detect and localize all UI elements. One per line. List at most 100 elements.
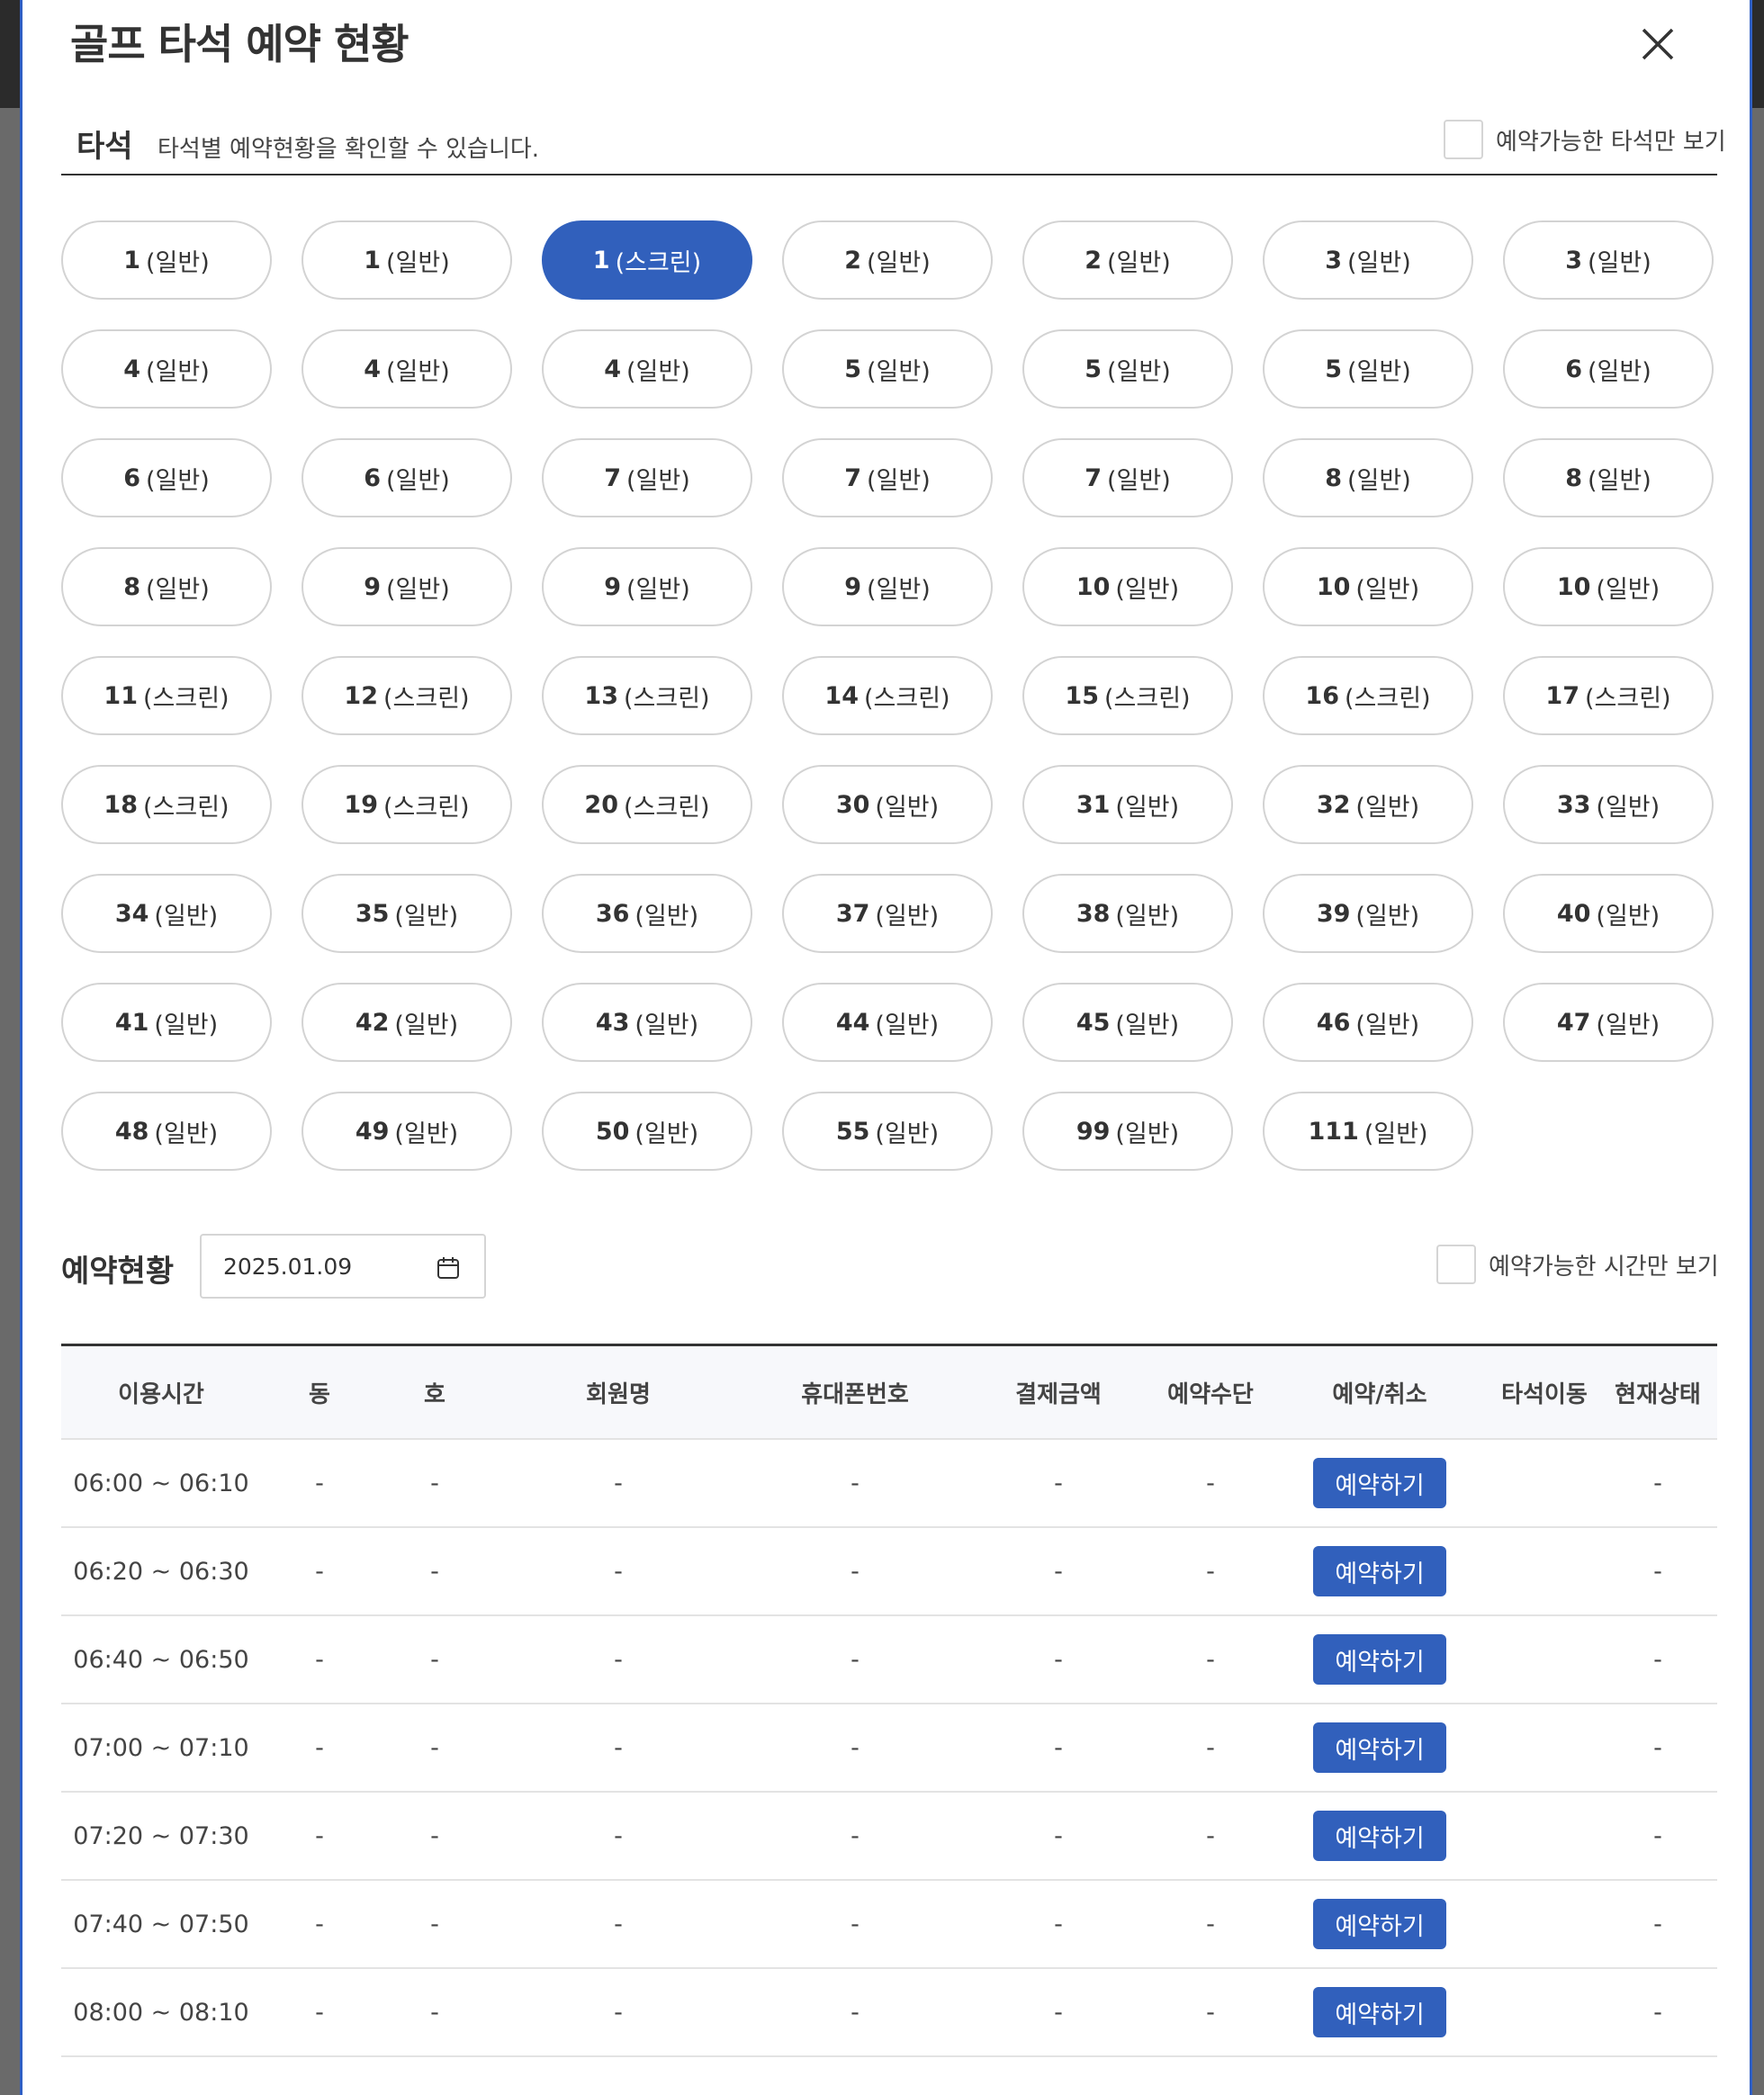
seat-type: (스크린)	[623, 684, 710, 713]
seat-number: 31	[1076, 790, 1111, 819]
seat-button[interactable]: 6 (일반)	[61, 438, 272, 517]
cell-amount: -	[1054, 1998, 1063, 2027]
seat-button[interactable]: 47 (일반)	[1503, 983, 1714, 1062]
seat-button[interactable]: 30 (일반)	[782, 765, 993, 844]
seat-button[interactable]: 42 (일반)	[302, 983, 512, 1062]
seat-button[interactable]: 37 (일반)	[782, 874, 993, 953]
seat-button[interactable]: 3 (일반)	[1503, 220, 1714, 300]
cell-dong: -	[315, 1821, 324, 1850]
seat-button[interactable]: 45 (일반)	[1022, 983, 1233, 1062]
seat-button[interactable]: 99 (일반)	[1022, 1092, 1233, 1171]
date-picker[interactable]: 2025.01.09	[200, 1234, 486, 1299]
seat-button[interactable]: 20 (스크린)	[542, 765, 752, 844]
seat-button[interactable]: 5 (일반)	[1022, 329, 1233, 409]
seat-button[interactable]: 34 (일반)	[61, 874, 272, 953]
table-row: 07:20 ~ 07:30 - - - - - - 예약하기 -	[61, 1793, 1717, 1881]
seat-button[interactable]: 7 (일반)	[1022, 438, 1233, 517]
seat-type: (일반)	[154, 1119, 219, 1148]
seat-button[interactable]: 2 (일반)	[1022, 220, 1233, 300]
seat-button[interactable]: 1 (일반)	[61, 220, 272, 300]
seat-button[interactable]: 41 (일반)	[61, 983, 272, 1062]
seat-button[interactable]: 31 (일반)	[1022, 765, 1233, 844]
close-icon[interactable]	[1636, 22, 1679, 66]
seat-number: 32	[1316, 790, 1351, 819]
seat-button[interactable]: 43 (일반)	[542, 983, 752, 1062]
seat-button[interactable]: 111 (일반)	[1263, 1092, 1473, 1171]
cell-move	[1490, 1440, 1598, 1526]
available-times-checkbox[interactable]	[1436, 1245, 1476, 1284]
seat-button[interactable]: 10 (일반)	[1022, 547, 1233, 626]
cell-amount: -	[1054, 1557, 1063, 1586]
seat-button[interactable]: 1 (일반)	[302, 220, 512, 300]
seat-button[interactable]: 48 (일반)	[61, 1092, 272, 1171]
seat-number: 34	[114, 899, 149, 928]
seat-button[interactable]: 11 (스크린)	[61, 656, 272, 735]
seat-button[interactable]: 16 (스크린)	[1263, 656, 1473, 735]
book-button[interactable]: 예약하기	[1313, 1811, 1446, 1861]
seat-button[interactable]: 17 (스크린)	[1503, 656, 1714, 735]
seat-button[interactable]: 10 (일반)	[1263, 547, 1473, 626]
seat-button[interactable]: 32 (일반)	[1263, 765, 1473, 844]
seat-button[interactable]: 38 (일반)	[1022, 874, 1233, 953]
book-button[interactable]: 예약하기	[1313, 1458, 1446, 1508]
seat-button[interactable]: 55 (일반)	[782, 1092, 993, 1171]
seat-button[interactable]: 39 (일반)	[1263, 874, 1473, 953]
book-button[interactable]: 예약하기	[1313, 1899, 1446, 1949]
seat-button[interactable]: 9 (일반)	[542, 547, 752, 626]
seat-button[interactable]: 12 (스크린)	[302, 656, 512, 735]
seat-button[interactable]: 4 (일반)	[302, 329, 512, 409]
seat-button[interactable]: 10 (일반)	[1503, 547, 1714, 626]
seat-type: (일반)	[875, 902, 940, 931]
seat-button[interactable]: 8 (일반)	[1263, 438, 1473, 517]
seat-button[interactable]: 9 (일반)	[782, 547, 993, 626]
seat-button[interactable]: 7 (일반)	[782, 438, 993, 517]
available-seats-filter[interactable]: 예약가능한 타석만 보기	[1444, 120, 1726, 159]
cell-ho: -	[430, 1998, 439, 2027]
seat-button[interactable]: 36 (일반)	[542, 874, 752, 953]
seat-button[interactable]: 7 (일반)	[542, 438, 752, 517]
available-times-filter[interactable]: 예약가능한 시간만 보기	[1436, 1245, 1719, 1284]
cell-name: -	[614, 1645, 623, 1674]
seat-button[interactable]: 2 (일반)	[782, 220, 993, 300]
seat-button[interactable]: 5 (일반)	[1263, 329, 1473, 409]
seat-type: (일반)	[394, 902, 459, 931]
seat-button[interactable]: 6 (일반)	[302, 438, 512, 517]
seat-button[interactable]: 4 (일반)	[542, 329, 752, 409]
seat-button[interactable]: 14 (스크린)	[782, 656, 993, 735]
seat-button[interactable]: 4 (일반)	[61, 329, 272, 409]
seat-button[interactable]: 46 (일반)	[1263, 983, 1473, 1062]
book-button[interactable]: 예약하기	[1313, 1987, 1446, 2037]
seat-button[interactable]: 8 (일반)	[1503, 438, 1714, 517]
seat-button[interactable]: 19 (스크린)	[302, 765, 512, 844]
seat-button[interactable]: 33 (일반)	[1503, 765, 1714, 844]
seat-button[interactable]: 5 (일반)	[782, 329, 993, 409]
seat-button[interactable]: 8 (일반)	[61, 547, 272, 626]
seat-button[interactable]: 35 (일반)	[302, 874, 512, 953]
column-header: 호	[424, 1380, 446, 1408]
cell-move	[1490, 1793, 1598, 1879]
seat-section-title: 타석	[76, 129, 133, 165]
available-seats-checkbox[interactable]	[1444, 120, 1483, 159]
cell-phone: -	[850, 1821, 860, 1850]
book-button[interactable]: 예약하기	[1313, 1722, 1446, 1773]
seat-button[interactable]: 13 (스크린)	[542, 656, 752, 735]
seat-type: (일반)	[1588, 248, 1652, 277]
cell-phone: -	[850, 1469, 860, 1497]
cell-move	[1490, 1704, 1598, 1791]
seat-type: (일반)	[386, 248, 450, 277]
seat-button[interactable]: 50 (일반)	[542, 1092, 752, 1171]
book-button[interactable]: 예약하기	[1313, 1634, 1446, 1685]
seat-button[interactable]: 3 (일반)	[1263, 220, 1473, 300]
action-cell: 예약하기	[1269, 1704, 1490, 1791]
seat-button[interactable]: 18 (스크린)	[61, 765, 272, 844]
seat-button[interactable]: 9 (일반)	[302, 547, 512, 626]
seat-button[interactable]: 1 (스크린)	[542, 220, 752, 300]
seat-button[interactable]: 49 (일반)	[302, 1092, 512, 1171]
book-button[interactable]: 예약하기	[1313, 1546, 1446, 1596]
seat-button[interactable]: 44 (일반)	[782, 983, 993, 1062]
date-value: 2025.01.09	[223, 1253, 353, 1280]
seat-number: 40	[1556, 899, 1591, 928]
seat-button[interactable]: 15 (스크린)	[1022, 656, 1233, 735]
seat-button[interactable]: 6 (일반)	[1503, 329, 1714, 409]
seat-button[interactable]: 40 (일반)	[1503, 874, 1714, 953]
